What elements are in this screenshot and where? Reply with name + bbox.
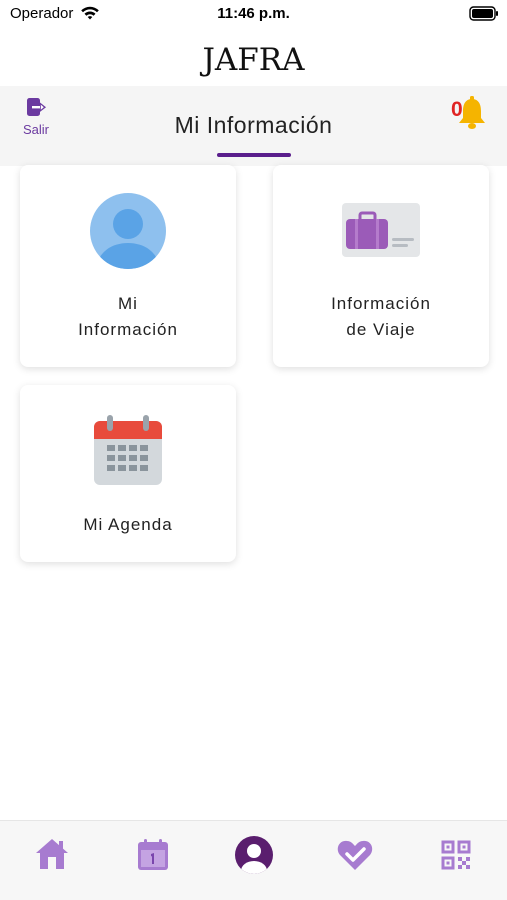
title-underline bbox=[217, 153, 291, 157]
tab-calendar[interactable] bbox=[133, 835, 173, 875]
tab-profile[interactable] bbox=[234, 835, 274, 875]
notifications-button[interactable]: 0 bbox=[449, 96, 487, 132]
notification-count: 0 bbox=[451, 98, 463, 121]
bottom-tab-bar bbox=[0, 820, 507, 900]
status-time: 11:46 p.m. bbox=[217, 5, 290, 22]
status-bar: Operador 11:46 p.m. bbox=[0, 0, 507, 30]
calendar-icon bbox=[94, 415, 162, 485]
card-mi-informacion[interactable]: Mi Información bbox=[20, 165, 236, 367]
tab-home[interactable] bbox=[32, 835, 72, 875]
qr-code-icon bbox=[441, 840, 471, 870]
card-label: Mi Información bbox=[78, 294, 178, 339]
luggage-ticket-icon bbox=[342, 203, 420, 257]
card-label: Información de Viaje bbox=[331, 294, 431, 339]
brand-logo: JAFRA bbox=[202, 42, 305, 78]
tab-favorites[interactable] bbox=[335, 835, 375, 875]
card-mi-agenda[interactable]: Mi Agenda bbox=[20, 385, 236, 562]
battery-icon bbox=[469, 6, 498, 21]
app-screen: Operador 11:46 p.m. JAFRA Salir Mi Infor… bbox=[0, 0, 507, 900]
calendar-day-icon bbox=[138, 839, 168, 870]
page-header: Salir Mi Información 0 bbox=[0, 86, 507, 166]
card-informacion-de-viaje[interactable]: Información de Viaje bbox=[273, 165, 489, 367]
tab-qr-code[interactable] bbox=[436, 835, 476, 875]
profile-icon bbox=[235, 836, 273, 874]
page-title: Mi Información bbox=[174, 112, 333, 138]
card-label: Mi Agenda bbox=[83, 515, 173, 534]
user-avatar-icon bbox=[90, 193, 166, 269]
heart-check-icon bbox=[337, 840, 373, 870]
home-icon bbox=[36, 839, 68, 869]
